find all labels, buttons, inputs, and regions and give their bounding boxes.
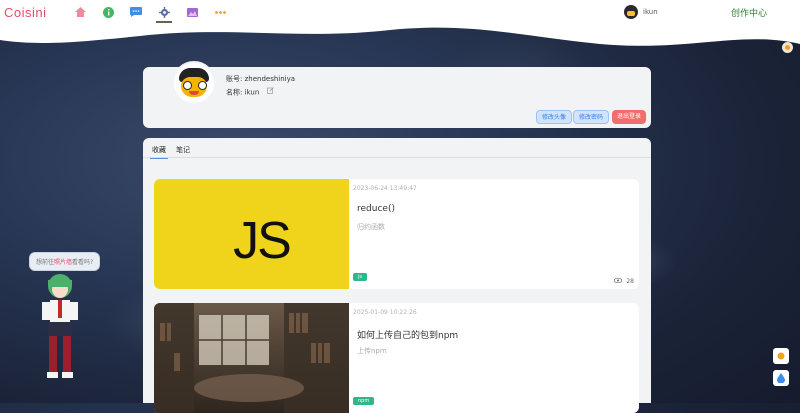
user-name[interactable]: ikun — [643, 8, 658, 16]
bubble-link[interactable]: 照片墙 — [54, 259, 72, 266]
profile-info: 账号: zhendeshiniya 名称: ikun — [226, 73, 295, 100]
nav-bar — [72, 5, 228, 23]
nickname-label: 名称: — [226, 88, 243, 97]
account-value: zhendeshiniya — [244, 75, 296, 83]
post-title[interactable]: reduce() — [357, 204, 395, 214]
info-icon[interactable] — [100, 5, 116, 19]
post-thumbnail[interactable] — [154, 303, 349, 413]
mascot-figure[interactable] — [34, 272, 86, 384]
mascot-bubble[interactable]: 想前往照片墙看看吗? — [29, 252, 101, 271]
image-icon[interactable] — [184, 5, 200, 19]
home-icon[interactable] — [72, 5, 88, 19]
account-row: 账号: zhendeshiniya — [226, 73, 295, 86]
change-password-button[interactable]: 修改密码 — [573, 110, 610, 124]
bubble-prefix: 想前往 — [36, 259, 55, 266]
nickname-row: 名称: ikun — [226, 86, 295, 100]
creator-center-link[interactable]: 创作中心 — [731, 6, 767, 19]
js-logo-text: JS — [233, 212, 292, 270]
post-card[interactable]: 2025-01-09 10:22:26 如何上传自己的包到npm 上传npm n… — [154, 303, 639, 413]
post-date: 2023-06-24 13:49:47 — [353, 185, 417, 192]
logout-button[interactable]: 退出登录 — [612, 110, 647, 124]
theme-toggle-button[interactable] — [773, 348, 789, 364]
edit-icon[interactable] — [267, 86, 275, 99]
water-drop-button[interactable] — [773, 370, 789, 386]
avatar[interactable] — [624, 5, 638, 19]
change-avatar-button[interactable]: 修改头像 — [536, 110, 573, 124]
more-icon[interactable] — [212, 5, 228, 19]
post-card[interactable]: JS 2023-06-24 13:49:47 reduce() 归约函数 js … — [154, 179, 639, 289]
post-tag[interactable]: js — [353, 273, 367, 281]
nickname-value: ikun — [244, 88, 260, 97]
tab-divider — [143, 157, 651, 158]
top-header: Coisini ikun 创作中心 — [0, 0, 800, 52]
brand-logo[interactable]: Coisini — [4, 5, 47, 20]
views-count: 28 — [626, 278, 634, 285]
post-thumbnail[interactable]: JS — [154, 179, 349, 289]
profile-avatar — [172, 61, 216, 105]
gear-icon[interactable] — [156, 5, 172, 23]
bubble-suffix: 看看吗? — [72, 259, 94, 266]
chat-icon[interactable] — [128, 5, 144, 19]
eye-icon — [614, 277, 623, 285]
account-label: 账号: — [226, 75, 243, 83]
post-title[interactable]: 如何上传自己的包到npm — [357, 328, 458, 341]
post-desc: 归约函数 — [357, 223, 385, 231]
settings-dot-icon[interactable] — [782, 42, 793, 53]
post-tag[interactable]: npm — [353, 397, 375, 405]
user-menu[interactable]: ikun — [624, 5, 658, 19]
post-desc: 上传npm — [357, 347, 387, 355]
post-date: 2025-01-09 10:22:26 — [353, 309, 417, 316]
post-views: 28 — [614, 277, 634, 285]
